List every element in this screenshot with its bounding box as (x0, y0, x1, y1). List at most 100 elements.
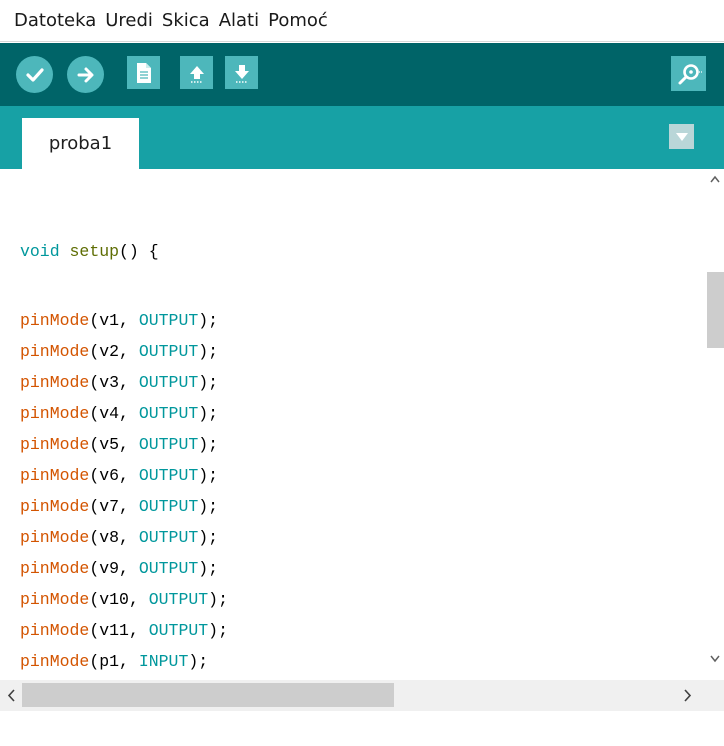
scroll-up-arrow[interactable] (708, 172, 722, 186)
code-punctuation: ); (198, 435, 219, 454)
open-button[interactable] (180, 56, 213, 89)
code-line: pinMode(v8, OUTPUT); (20, 522, 700, 553)
code-content[interactable]: void setup() { pinMode(v1, OUTPUT); pinMo… (20, 198, 700, 746)
code-constant: OUTPUT (138, 497, 199, 516)
code-punctuation: , (119, 497, 139, 516)
code-constant: OUTPUT (138, 373, 199, 392)
code-argument: v3 (99, 373, 120, 392)
code-argument: v5 (99, 435, 120, 454)
serial-monitor-button[interactable] (671, 56, 706, 91)
code-line: pinMode(v7, OUTPUT); (20, 491, 700, 522)
code-punctuation: ( (89, 466, 100, 485)
code-argument: v9 (99, 559, 120, 578)
code-punctuation: ); (198, 311, 219, 330)
code-punctuation: , (119, 342, 139, 361)
chevron-down-icon (675, 132, 688, 141)
code-function-name: pinMode (20, 590, 90, 609)
code-argument: v4 (99, 404, 120, 423)
code-line: pinMode(v10, OUTPUT); (20, 584, 700, 615)
verify-button[interactable] (16, 56, 53, 93)
code-argument: v7 (99, 497, 120, 516)
save-button[interactable] (225, 56, 258, 89)
menu-pomoc[interactable]: Pomoć (268, 10, 328, 31)
tab-bar: proba1 (0, 106, 724, 169)
vertical-scrollbar[interactable] (706, 169, 724, 665)
code-argument: v8 (99, 528, 120, 547)
tab-proba1[interactable]: proba1 (22, 118, 139, 169)
code-function-name: pinMode (20, 621, 90, 640)
code-constant: INPUT (138, 652, 189, 671)
menu-skica[interactable]: Skica (162, 10, 210, 31)
code-constant: OUTPUT (148, 621, 209, 640)
code-constant: OUTPUT (138, 311, 199, 330)
code-punctuation: , (119, 652, 139, 671)
code-function-name: setup (69, 242, 120, 261)
code-constant: OUTPUT (148, 590, 209, 609)
code-function-name: pinMode (20, 311, 90, 330)
code-punctuation: () { (119, 242, 159, 261)
code-punctuation: ( (89, 342, 100, 361)
menu-uredi[interactable]: Uredi (105, 10, 153, 31)
horizontal-scroll-thumb[interactable] (22, 683, 394, 707)
code-argument: p1 (99, 652, 120, 671)
new-sketch-button[interactable] (127, 56, 160, 89)
code-punctuation: ( (89, 373, 100, 392)
code-punctuation: ); (188, 652, 209, 671)
code-line: pinMode(v5, OUTPUT); (20, 429, 700, 460)
code-punctuation: ); (208, 621, 228, 640)
chevron-down-icon (710, 655, 720, 663)
chevron-left-icon (7, 688, 15, 702)
code-constant: OUTPUT (138, 435, 199, 454)
file-icon (136, 62, 151, 83)
code-argument: v10 (99, 590, 129, 609)
code-punctuation: ( (89, 497, 100, 516)
tab-menu-button[interactable] (669, 124, 694, 149)
code-constant: OUTPUT (138, 528, 199, 547)
code-punctuation: , (119, 311, 139, 330)
code-function-name: pinMode (20, 652, 90, 671)
code-punctuation: ( (89, 528, 100, 547)
code-function-name: pinMode (20, 342, 90, 361)
code-line: pinMode(v1, OUTPUT); (20, 305, 700, 336)
code-punctuation: ); (198, 528, 219, 547)
code-punctuation: ( (89, 652, 100, 671)
code-line: pinMode(p1, INPUT); (20, 646, 700, 677)
code-argument: v6 (99, 466, 120, 485)
scroll-down-arrow[interactable] (708, 652, 722, 666)
code-constant: OUTPUT (138, 342, 199, 361)
code-punctuation: ); (198, 404, 219, 423)
code-line: void setup() { (20, 236, 700, 267)
menu-bar: Datoteka Uredi Skica Alati Pomoć (0, 0, 724, 42)
code-punctuation: , (119, 466, 139, 485)
code-constant: OUTPUT (138, 466, 199, 485)
code-punctuation: ); (198, 466, 219, 485)
code-punctuation: , (119, 373, 139, 392)
code-punctuation: ); (198, 497, 219, 516)
menu-alati[interactable]: Alati (219, 10, 259, 31)
code-punctuation: ( (89, 311, 100, 330)
upload-button[interactable] (67, 56, 104, 93)
code-function-name: pinMode (20, 466, 90, 485)
code-punctuation: , (128, 621, 149, 640)
code-line: pinMode(v4, OUTPUT); (20, 398, 700, 429)
code-punctuation: , (119, 528, 139, 547)
code-editor[interactable]: void setup() { pinMode(v1, OUTPUT); pinMo… (0, 169, 724, 702)
menu-datoteka[interactable]: Datoteka (14, 10, 96, 31)
code-line: pinMode(v6, OUTPUT); (20, 460, 700, 491)
code-line: pinMode(v9, OUTPUT); (20, 553, 700, 584)
vertical-scroll-thumb[interactable] (707, 272, 724, 348)
code-function-name: pinMode (20, 373, 90, 392)
code-line: pinMode(v2, OUTPUT); (20, 336, 700, 367)
code-function-name: pinMode (20, 559, 90, 578)
arrow-down-icon (234, 64, 249, 83)
code-line: pinMode(v11, OUTPUT); (20, 615, 700, 646)
magnifier-icon (678, 63, 702, 84)
code-punctuation: ( (89, 621, 100, 640)
code-argument: v11 (99, 621, 129, 640)
code-function-name: pinMode (20, 528, 90, 547)
chevron-up-icon (710, 175, 720, 183)
code-punctuation: , (119, 559, 139, 578)
arrow-right-icon (77, 67, 93, 82)
scroll-left-arrow[interactable] (4, 686, 18, 704)
scroll-right-arrow[interactable] (680, 686, 694, 704)
